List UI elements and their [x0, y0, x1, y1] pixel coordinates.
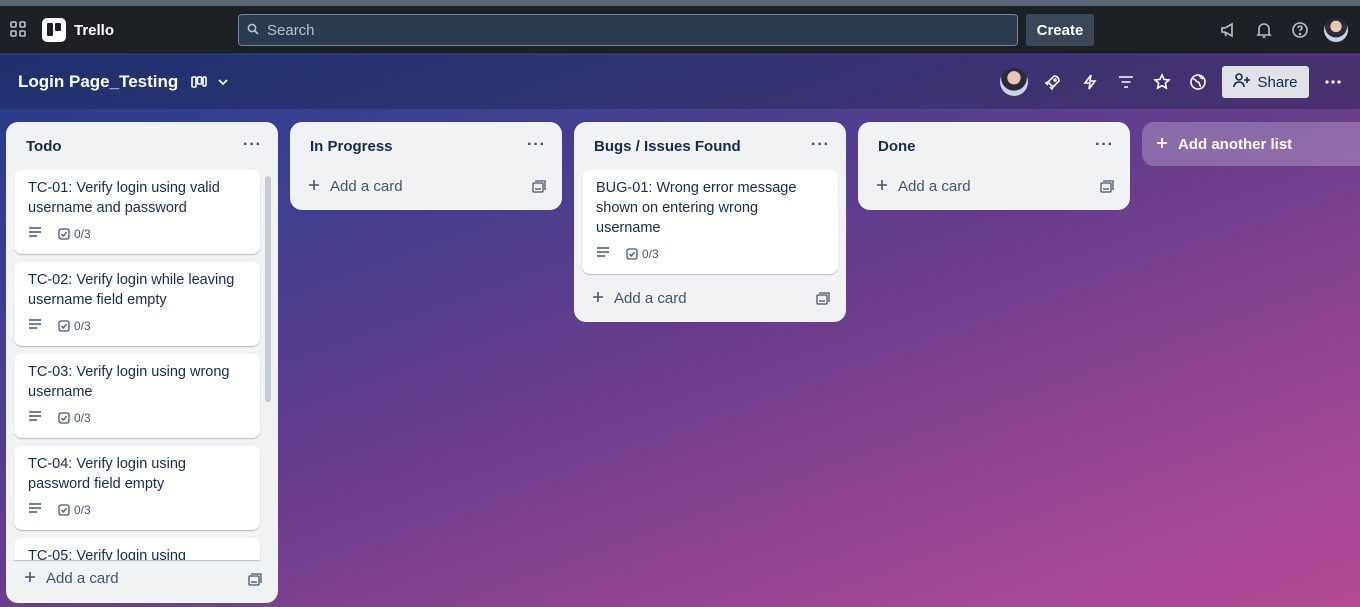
description-icon: [28, 224, 42, 244]
bell-icon[interactable]: [1254, 20, 1274, 40]
card-badges: 0/3: [28, 408, 246, 428]
plus-icon: [24, 570, 36, 587]
list-menu-icon[interactable]: ···: [1095, 136, 1114, 154]
create-button[interactable]: Create: [1026, 14, 1094, 46]
search-icon: [247, 22, 259, 39]
card-template-icon[interactable]: [816, 292, 830, 306]
rocket-icon[interactable]: [1043, 72, 1063, 92]
trello-logo[interactable]: Trello: [42, 18, 114, 42]
card-title: TC-05: Verify login using: [28, 548, 186, 560]
list-title[interactable]: Bugs / Issues Found: [594, 138, 741, 155]
list-title[interactable]: Todo: [26, 138, 62, 155]
add-list-label: Add another list: [1178, 135, 1293, 153]
chevron-down-icon[interactable]: [213, 72, 233, 92]
member-avatar[interactable]: [1000, 68, 1028, 96]
checklist-badge: 0/3: [58, 316, 91, 336]
checklist-count: 0/3: [74, 227, 91, 241]
list-todo: Todo ··· TC-01: Verify login using valid…: [6, 122, 278, 603]
checklist-count: 0/3: [74, 411, 91, 425]
list-bugs-issues: Bugs / Issues Found ··· BUG-01: Wrong er…: [574, 122, 846, 322]
list-in-progress: In Progress ··· Add a card: [290, 122, 562, 210]
add-card-button[interactable]: Add a card: [24, 570, 119, 587]
top-navigation-bar: Trello Search Create: [0, 6, 1360, 54]
filter-icon[interactable]: [1116, 72, 1136, 92]
card[interactable]: TC-03: Verify login using wrong username…: [14, 354, 260, 438]
description-icon: [28, 316, 42, 336]
card[interactable]: BUG-01: Wrong error message shown on ent…: [582, 170, 838, 274]
search-placeholder: Search: [267, 21, 315, 39]
checklist-badge: 0/3: [58, 224, 91, 244]
share-button[interactable]: Share: [1222, 66, 1309, 98]
list-scrollbar[interactable]: [265, 176, 271, 402]
user-avatar[interactable]: [1324, 18, 1348, 42]
add-card-label: Add a card: [330, 178, 403, 195]
board-title[interactable]: Login Page_Testing: [18, 72, 178, 92]
plus-icon: [1156, 136, 1168, 153]
card-badges: 0/3: [28, 224, 246, 244]
add-card-button[interactable]: Add a card: [592, 290, 687, 307]
megaphone-icon[interactable]: [1218, 20, 1238, 40]
card-template-icon[interactable]: [248, 573, 262, 587]
card-title: TC-04: Verify login using password field…: [28, 456, 186, 492]
description-icon: [596, 244, 610, 264]
app-name: Trello: [74, 21, 115, 39]
add-card-label: Add a card: [46, 570, 119, 587]
description-icon: [28, 408, 42, 428]
help-icon[interactable]: [1290, 20, 1310, 40]
card-template-icon[interactable]: [532, 180, 546, 194]
add-list-button[interactable]: Add another list: [1142, 122, 1360, 166]
checklist-badge: 0/3: [58, 500, 91, 520]
checklist-count: 0/3: [74, 319, 91, 333]
globe-icon[interactable]: [1188, 72, 1208, 92]
card[interactable]: TC-02: Verify login while leaving userna…: [14, 262, 260, 346]
list-menu-icon[interactable]: ···: [527, 136, 546, 154]
grid-icon[interactable]: [9, 20, 27, 38]
checklist-count: 0/3: [642, 247, 659, 261]
add-card-button[interactable]: Add a card: [876, 178, 971, 195]
add-card-label: Add a card: [614, 290, 687, 307]
card-title: TC-02: Verify login while leaving userna…: [28, 272, 235, 308]
list-done: Done ··· Add a card: [858, 122, 1130, 210]
card-badges: 0/3: [28, 316, 246, 336]
star-icon[interactable]: [1152, 72, 1172, 92]
card-title: TC-03: Verify login using wrong username: [28, 364, 230, 400]
card-title: TC-01: Verify login using valid username…: [28, 180, 220, 216]
card-badges: 0/3: [596, 244, 824, 264]
plus-icon: [592, 290, 604, 307]
card[interactable]: TC-01: Verify login using valid username…: [14, 170, 260, 254]
checklist-badge: 0/3: [626, 244, 659, 264]
card[interactable]: TC-04: Verify login using password field…: [14, 446, 260, 530]
add-card-label: Add a card: [898, 178, 971, 195]
card-badges: 0/3: [28, 500, 246, 520]
add-person-icon: [1233, 72, 1251, 92]
card[interactable]: TC-05: Verify login using: [14, 538, 260, 560]
list-title[interactable]: Done: [878, 138, 916, 155]
plus-icon: [876, 178, 888, 195]
list-menu-icon[interactable]: ···: [811, 136, 830, 154]
more-icon[interactable]: [1323, 72, 1343, 92]
list-title[interactable]: In Progress: [310, 138, 393, 155]
checklist-count: 0/3: [74, 503, 91, 517]
search-input[interactable]: Search: [238, 14, 1018, 46]
share-label: Share: [1257, 73, 1298, 91]
trello-logo-icon: [42, 18, 66, 42]
list-menu-icon[interactable]: ···: [243, 136, 262, 154]
plus-icon: [308, 178, 320, 195]
description-icon: [28, 500, 42, 520]
board-view-icon[interactable]: [189, 72, 209, 92]
board-header: Login Page_Testing Share: [0, 55, 1360, 109]
card-template-icon[interactable]: [1100, 180, 1114, 194]
lightning-icon[interactable]: [1080, 72, 1100, 92]
add-card-button[interactable]: Add a card: [308, 178, 403, 195]
checklist-badge: 0/3: [58, 408, 91, 428]
card-title: BUG-01: Wrong error message shown on ent…: [596, 180, 797, 236]
